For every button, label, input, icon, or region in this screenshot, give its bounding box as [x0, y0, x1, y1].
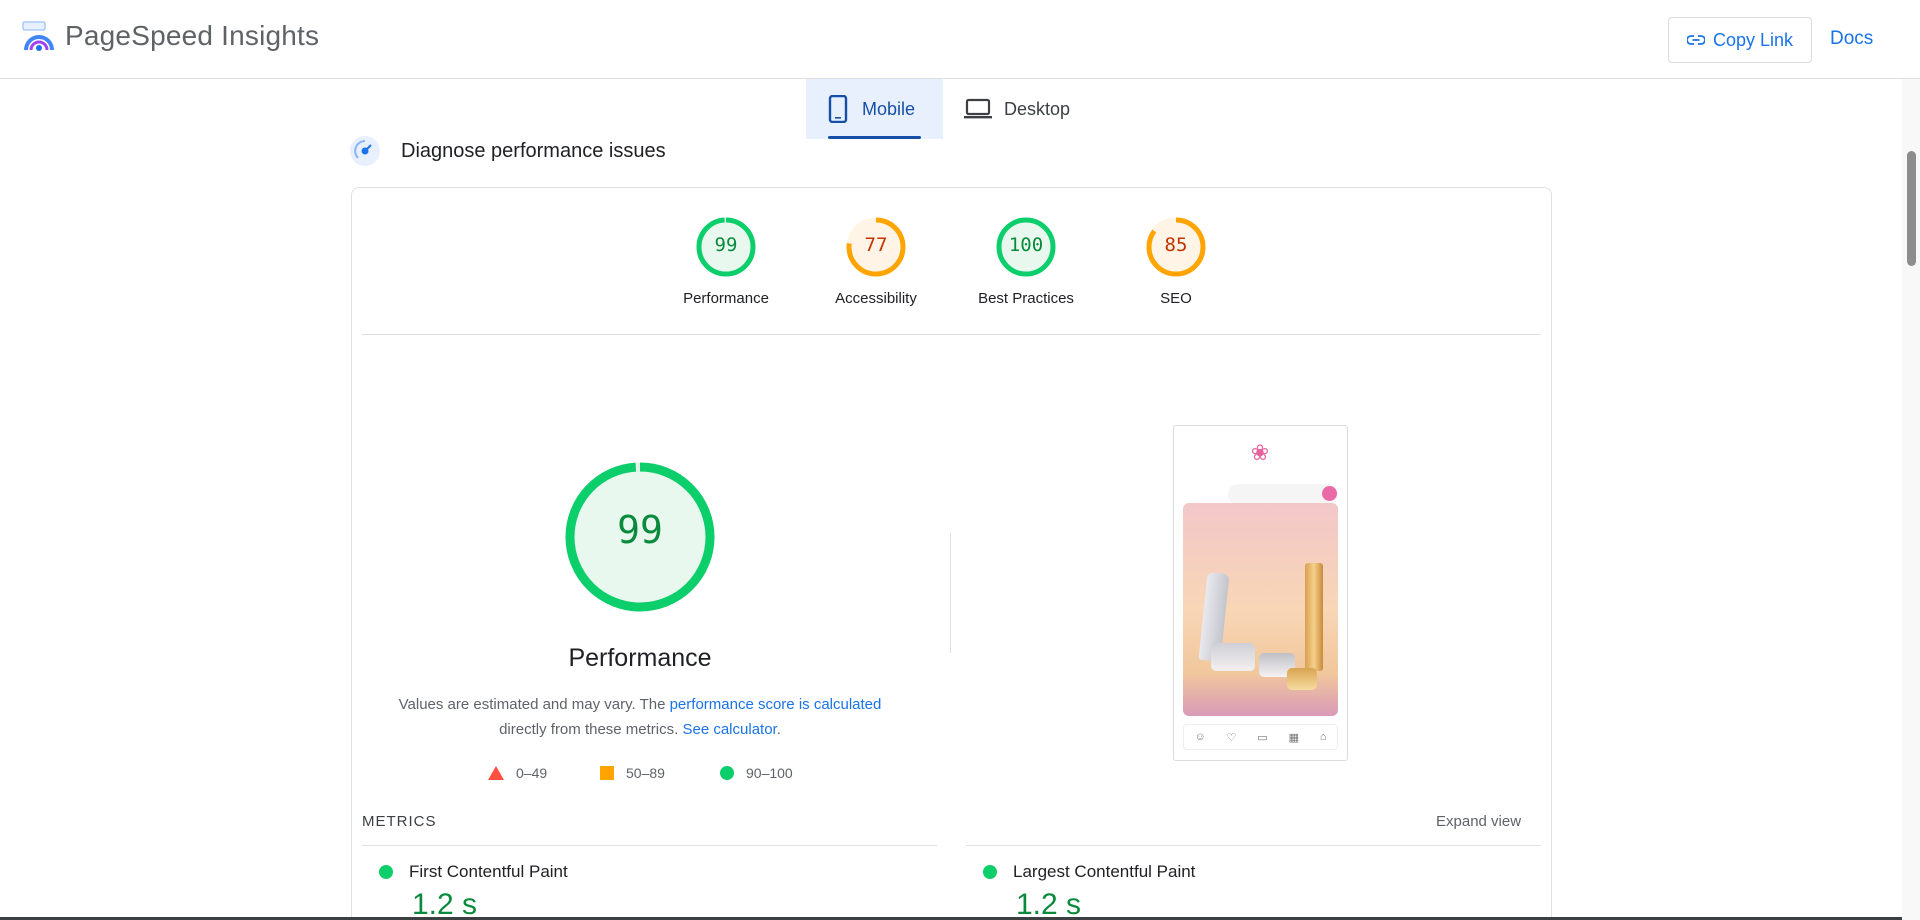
diagnose-icon: [350, 136, 380, 166]
screenshot-search-icon: [1322, 486, 1337, 501]
copy-link-button[interactable]: Copy Link: [1668, 17, 1812, 63]
tab-mobile[interactable]: Mobile: [806, 79, 943, 139]
legend-pass-label: 90–100: [746, 765, 793, 781]
screenshot-logo-icon: ❀: [1250, 440, 1270, 465]
performance-score-link[interactable]: performance score is calculated: [670, 696, 882, 713]
metric-value: 1.2 s: [412, 888, 478, 920]
metric-value: 1.2 s: [1016, 888, 1082, 920]
legend-pass: 90–100: [720, 765, 793, 781]
brand-title: PageSpeed Insights: [65, 20, 320, 51]
gauge-performance[interactable]: 99 Performance: [671, 216, 781, 307]
report-card: [351, 187, 1552, 920]
score-note: Values are estimated and may vary. The p…: [390, 692, 890, 742]
phone-icon: [828, 95, 848, 123]
top-app-bar: PageSpeed Insights Copy Link Docs: [0, 0, 1920, 79]
home-icon: ⌂: [1319, 731, 1327, 743]
triangle-icon: [488, 766, 504, 780]
note-text: Values are estimated and may vary. The: [398, 696, 670, 713]
product-jar-image: [1287, 668, 1317, 690]
section-title: Diagnose performance issues: [401, 140, 666, 162]
product-jar-image: [1211, 643, 1255, 671]
metrics-divider-right: [966, 845, 1541, 846]
gauge-score: 100: [1008, 234, 1044, 256]
gauge-label: SEO: [1160, 290, 1192, 307]
docs-link[interactable]: Docs: [1830, 28, 1873, 50]
metrics-heading: METRICS: [362, 813, 437, 830]
user-icon: ☺: [1194, 731, 1206, 743]
tab-active-indicator: [828, 136, 921, 139]
circle-icon: [720, 766, 734, 780]
gauge-score: 99: [714, 234, 738, 256]
note-end: .: [776, 721, 781, 738]
tab-desktop[interactable]: Desktop: [964, 79, 1114, 139]
vertical-divider: [950, 533, 951, 653]
square-icon: [600, 766, 614, 780]
tab-mobile-label: Mobile: [862, 98, 916, 119]
pagespeed-logo-icon: [22, 21, 54, 51]
tab-desktop-label: Desktop: [1004, 98, 1071, 119]
expand-view-button[interactable]: Expand view: [1436, 813, 1521, 830]
metric-lcp: Largest Contentful Paint: [983, 862, 1195, 882]
gauge-best-practices[interactable]: 100 Best Practices: [971, 216, 1081, 307]
legend-average-label: 50–89: [626, 765, 665, 781]
gauge-score: 85: [1164, 234, 1188, 256]
screenshot-bottom-nav: ☺ ♡ ▭ ▦ ⌂: [1183, 724, 1338, 750]
performance-big-score: 99: [617, 508, 663, 552]
metric-name: First Contentful Paint: [409, 862, 568, 881]
gauge-label: Performance: [683, 290, 769, 307]
legend-fail: 0–49: [488, 765, 547, 781]
metrics-divider-left: [362, 845, 937, 846]
gauge-label: Best Practices: [978, 290, 1074, 307]
grid-icon: ▦: [1288, 731, 1299, 744]
gauge-seo[interactable]: 85 SEO: [1121, 216, 1231, 307]
cart-icon: ▭: [1257, 731, 1268, 744]
gauge-accessibility[interactable]: 77 Accessibility: [821, 216, 931, 307]
metric-name: Largest Contentful Paint: [1013, 862, 1196, 881]
pass-circle-icon: [983, 865, 997, 879]
see-calculator-link[interactable]: See calculator: [682, 721, 776, 738]
copy-link-label: Copy Link: [1712, 29, 1794, 50]
page-scrollbar[interactable]: [1902, 79, 1920, 920]
product-bottle-image: [1305, 563, 1323, 671]
legend-fail-label: 0–49: [516, 765, 548, 781]
link-icon: [1686, 35, 1705, 45]
note-text-2: directly from these metrics.: [499, 721, 679, 738]
pass-circle-icon: [379, 865, 393, 879]
heart-icon: ♡: [1226, 731, 1237, 744]
screenshot-banner: [1183, 503, 1338, 716]
legend-average: 50–89: [600, 765, 665, 781]
performance-big-label: Performance: [568, 644, 712, 672]
gauge-label: Accessibility: [835, 290, 917, 307]
gauge-score: 77: [864, 234, 888, 256]
page-screenshot: ❀ ☺ ♡ ▭ ▦ ⌂: [1173, 425, 1348, 761]
scrollbar-thumb[interactable]: [1907, 151, 1916, 266]
metric-fcp: First Contentful Paint: [379, 862, 568, 882]
card-divider: [362, 334, 1541, 335]
laptop-icon: [964, 98, 992, 119]
